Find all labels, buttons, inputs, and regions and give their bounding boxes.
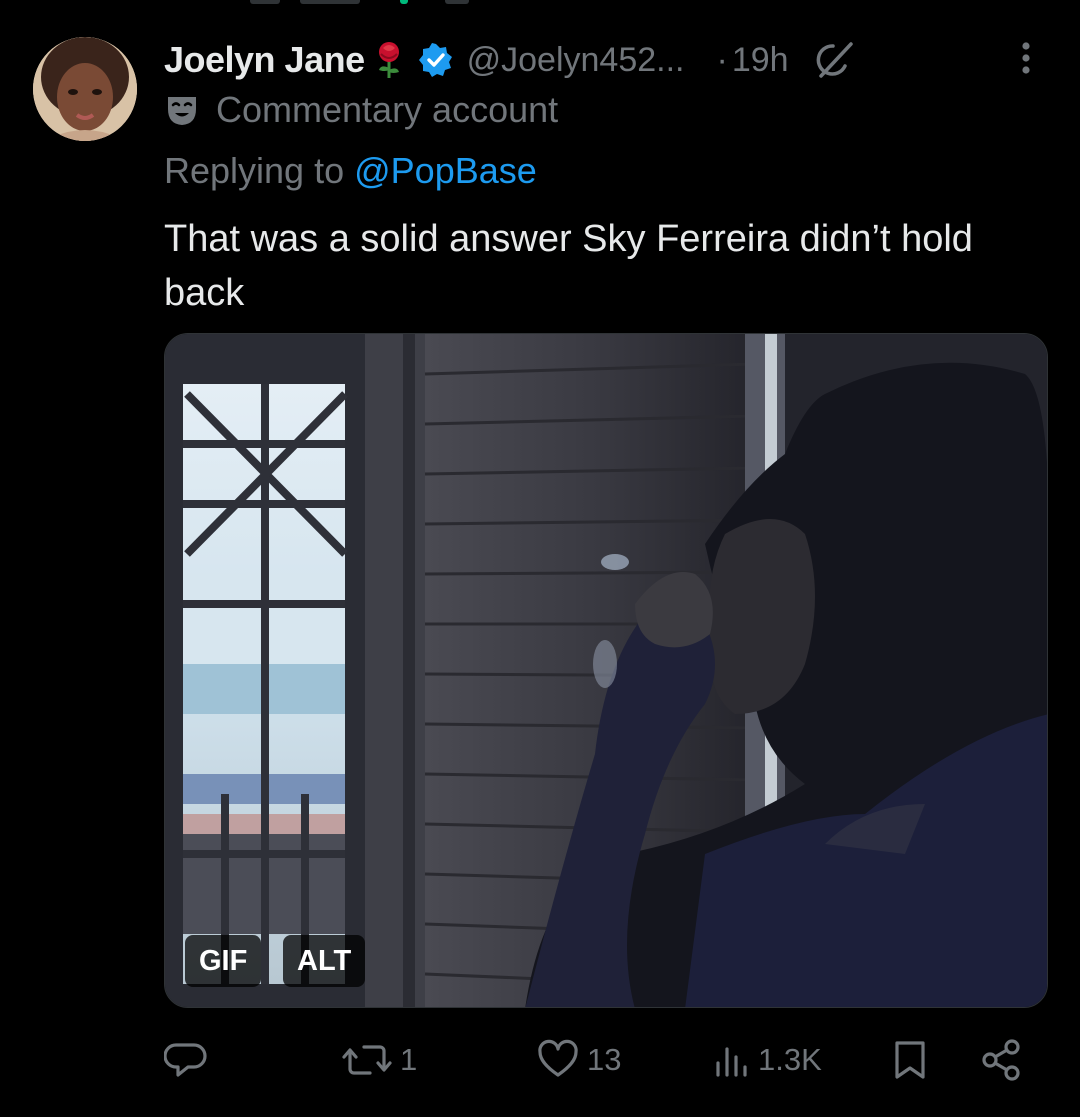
repost-icon <box>340 1037 394 1083</box>
rose-icon <box>373 40 405 80</box>
gif-frame-image <box>165 334 1047 1007</box>
display-name[interactable]: Joelyn Jane <box>164 39 365 81</box>
gif-badge: GIF <box>185 935 262 987</box>
views-button[interactable]: 1.3K <box>712 1030 822 1090</box>
user-handle[interactable]: @Joelyn452... <box>467 41 685 80</box>
like-button[interactable]: 13 <box>535 1030 621 1090</box>
repost-button[interactable]: 1 <box>340 1030 417 1090</box>
tweet-timestamp[interactable]: 19h <box>732 41 789 80</box>
like-count: 13 <box>587 1042 622 1077</box>
reply-icon <box>164 1037 210 1083</box>
avatar[interactable] <box>33 37 137 141</box>
previous-tweet-remnant <box>0 0 1080 8</box>
avatar-image <box>33 37 137 141</box>
tweet-actions: 1 13 1.3K <box>0 1030 1080 1090</box>
tweet-media-gif[interactable]: GIF ALT <box>164 333 1048 1008</box>
bookmark-icon <box>888 1037 932 1083</box>
heart-icon <box>535 1037 581 1083</box>
tweet-text: That was a solid answer Sky Ferreira did… <box>164 218 973 314</box>
replying-to-prefix: Replying to <box>164 150 345 191</box>
views-icon <box>712 1037 752 1083</box>
grok-icon[interactable] <box>811 38 855 82</box>
share-icon <box>978 1037 1026 1083</box>
account-label[interactable]: Commentary account <box>164 86 558 134</box>
tweet-header: Joelyn Jane @Joelyn452... · 19h <box>164 36 855 84</box>
more-options-icon[interactable] <box>1014 38 1038 82</box>
theater-mask-icon <box>164 92 200 128</box>
account-label-text: Commentary account <box>216 89 559 130</box>
repost-count: 1 <box>400 1042 418 1077</box>
separator-dot: · <box>716 40 728 79</box>
alt-text-button[interactable]: ALT <box>283 935 366 987</box>
share-button[interactable] <box>978 1030 1026 1090</box>
bookmark-button[interactable] <box>888 1030 932 1090</box>
reply-button[interactable] <box>164 1030 210 1090</box>
replying-to: Replying to @PopBase <box>164 150 537 192</box>
views-count: 1.3K <box>758 1042 822 1077</box>
replying-to-link[interactable]: @PopBase <box>354 150 537 191</box>
verified-badge-icon[interactable] <box>418 43 453 77</box>
